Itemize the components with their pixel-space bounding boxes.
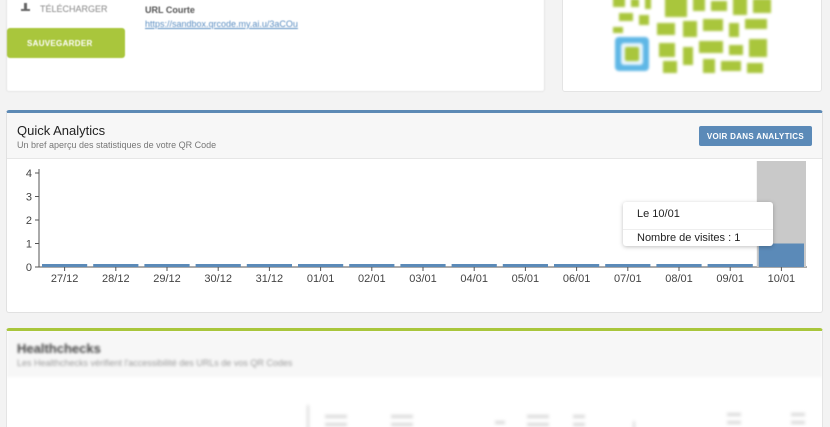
chart-bar[interactable]	[195, 264, 241, 267]
chart-bar[interactable]	[451, 264, 497, 267]
y-tick-label: 2	[26, 215, 32, 227]
save-button[interactable]: SAUVEGARDER	[7, 28, 125, 58]
quick-analytics-title: Quick Analytics	[17, 123, 106, 138]
download-icon	[21, 3, 30, 14]
short-url-link[interactable]: https://sandbox.qrcode.my.ai.u/3aCOu	[145, 19, 298, 29]
x-tick-label: 07/01	[614, 273, 642, 285]
chart-bar[interactable]	[707, 264, 753, 267]
x-tick-label: 06/01	[563, 273, 591, 285]
y-tick-label: 3	[26, 192, 32, 204]
healthchecks-header: Healthchecks Les Healthchecks vérifient …	[7, 331, 822, 377]
chart-bar[interactable]	[656, 264, 702, 267]
chart-tooltip: Le 10/01 Nombre de visites : 1	[623, 202, 773, 246]
healthchecks-card: Healthchecks Les Healthchecks vérifient …	[6, 328, 823, 427]
chart-bar[interactable]	[758, 243, 804, 268]
x-tick-label: 02/01	[358, 273, 386, 285]
x-tick-label: 08/01	[665, 273, 693, 285]
x-tick-label: 28/12	[102, 273, 130, 285]
x-tick-label: 04/01	[460, 273, 488, 285]
x-tick-label: 05/01	[512, 273, 540, 285]
x-tick-label: 30/12	[204, 273, 232, 285]
qr-details-card: TÉLÉCHARGER SAUVEGARDER URL Courte https…	[6, 0, 545, 92]
chart-bar[interactable]	[605, 264, 651, 267]
short-url-label: URL Courte	[145, 5, 195, 15]
chart-bar[interactable]	[298, 264, 344, 267]
quick-analytics-header: Quick Analytics Un bref aperçu des stati…	[7, 113, 822, 159]
qr-preview-card	[562, 0, 822, 92]
download-link[interactable]: TÉLÉCHARGER	[21, 3, 108, 14]
healthchecks-title: Healthchecks	[17, 341, 101, 356]
y-tick-label: 1	[26, 239, 32, 251]
chart-bar[interactable]	[93, 264, 139, 267]
chart-bar[interactable]	[42, 264, 88, 267]
tooltip-visits: Nombre de visites : 1	[623, 229, 773, 247]
chart-bar[interactable]	[246, 264, 292, 267]
chart-bar[interactable]	[400, 264, 446, 267]
x-tick-label: 27/12	[51, 273, 79, 285]
x-tick-label: 01/01	[307, 273, 335, 285]
x-tick-label: 31/12	[256, 273, 284, 285]
qr-code-image	[613, 0, 771, 73]
y-tick-label: 4	[26, 168, 32, 180]
x-tick-label: 09/01	[716, 273, 744, 285]
view-in-analytics-button[interactable]: VOIR DANS ANALYTICS	[698, 126, 812, 146]
x-tick-label: 29/12	[153, 273, 181, 285]
page: TÉLÉCHARGER SAUVEGARDER URL Courte https…	[0, 0, 830, 427]
quick-analytics-subtitle: Un bref aperçu des statistiques de votre…	[17, 140, 217, 150]
x-tick-label: 10/01	[768, 273, 796, 285]
chart-bar[interactable]	[554, 264, 600, 267]
y-tick-label: 0	[26, 262, 32, 274]
chart-bar[interactable]	[349, 264, 395, 267]
chart-bar[interactable]	[144, 264, 190, 267]
healthchecks-chart	[307, 405, 805, 427]
tooltip-date: Le 10/01	[637, 208, 680, 220]
x-tick-label: 03/01	[409, 273, 437, 285]
download-label: TÉLÉCHARGER	[40, 3, 108, 14]
chart-bar[interactable]	[502, 264, 548, 267]
healthchecks-subtitle: Les Healthchecks vérifient l'accessibili…	[17, 358, 293, 368]
